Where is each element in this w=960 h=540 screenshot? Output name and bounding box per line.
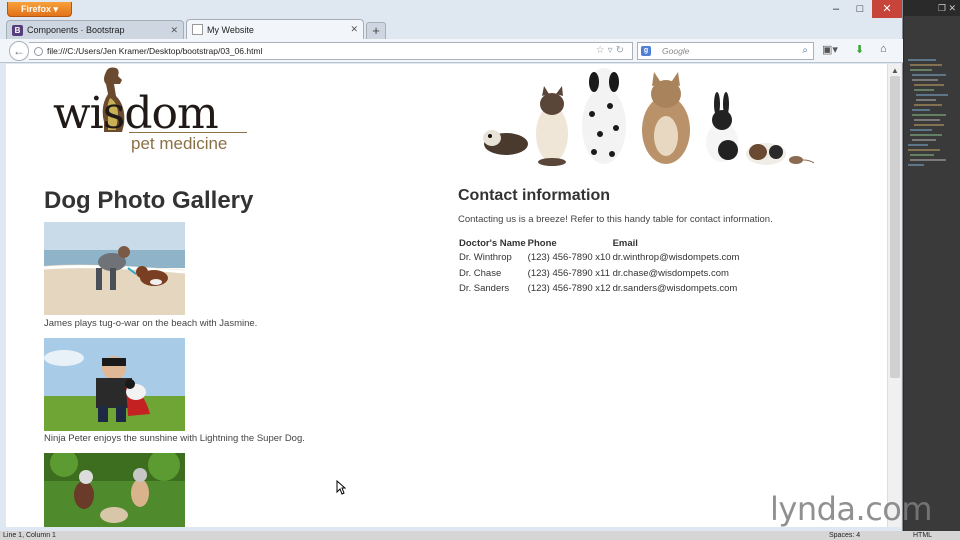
table-row: Dr. Sanders (123) 456-7890 x12 dr.sander… [458, 281, 740, 297]
doctor-name: Dr. Chase [459, 267, 502, 279]
logo-tagline: pet medicine [131, 134, 228, 153]
lynda-watermark: lynda.com [770, 490, 933, 528]
reload-icon[interactable]: ↻ [616, 45, 627, 56]
gallery-photo-park [44, 453, 185, 527]
gallery-photo-ninja [44, 338, 185, 431]
home-icon[interactable]: ⌂ [880, 43, 887, 55]
close-icon[interactable]: ✕ [948, 3, 956, 13]
url-text: file:///C:/Users/Jen Kramer/Desktop/boot… [47, 46, 263, 56]
column-header-email: Email [612, 237, 638, 249]
magnifier-icon[interactable]: ⌕ [802, 43, 808, 59]
gallery-photo-beach [44, 222, 185, 315]
column-header-phone: Phone [527, 237, 557, 249]
close-window-icon[interactable]: ✕ [872, 0, 902, 18]
close-tab-icon[interactable]: ✕ [350, 24, 358, 35]
doctor-name: Dr. Sanders [459, 283, 510, 295]
bootstrap-icon: B [12, 24, 23, 36]
tab-label: Components · Bootstrap [27, 25, 125, 35]
mouse-cursor-icon [336, 480, 346, 495]
gallery-caption-2: Ninja Peter enjoys the sunshine with Lig… [44, 433, 305, 444]
doctor-phone: (123) 456-7890 x12 [527, 283, 611, 295]
logo-rule [129, 132, 247, 133]
google-icon[interactable]: g [641, 46, 651, 56]
doctor-email: dr.sanders@wisdompets.com [612, 283, 738, 295]
firefox-menu-label: Firefox [20, 4, 51, 14]
search-bar[interactable]: g Google ⌕ [637, 42, 814, 60]
contact-intro: Contacting us is a breeze! Refer to this… [458, 214, 773, 225]
back-arrow-icon[interactable]: ← [9, 41, 29, 61]
doctor-name: Dr. Winthrop [459, 252, 512, 264]
close-tab-icon[interactable]: ✕ [170, 25, 178, 36]
maximize-icon[interactable]: □ [848, 0, 872, 18]
window-controls: – □ ✕ [824, 0, 902, 18]
code-minimap[interactable] [906, 56, 950, 176]
page-icon [192, 24, 203, 35]
doctor-phone: (123) 456-7890 x10 [527, 252, 611, 264]
contact-table: Doctor's Name Phone Email Dr. Winthrop (… [458, 236, 740, 297]
table-row: Dr. Winthrop (123) 456-7890 x10 dr.winth… [458, 250, 740, 266]
minimize-icon[interactable]: – [824, 0, 848, 18]
doctor-email: dr.chase@wisdompets.com [612, 267, 729, 279]
bookmark-star-icon[interactable]: ☆ [596, 45, 608, 56]
download-icon[interactable]: ⬇ [855, 43, 864, 56]
search-placeholder: Google [662, 46, 690, 56]
restore-icon[interactable]: ❐ [938, 3, 946, 13]
navigation-toolbar: ← file:///C:/Users/Jen Kramer/Desktop/bo… [0, 39, 903, 63]
table-header-row: Doctor's Name Phone Email [458, 236, 740, 250]
tab-label: My Website [207, 24, 254, 35]
contact-title: Contact information [458, 187, 610, 204]
page-viewport: wisdom pet medicine Dog Photo Gallery Ja… [6, 64, 889, 527]
firefox-menu-button[interactable]: Firefox ▾ [7, 2, 72, 17]
indent-setting[interactable]: Spaces: 4 [829, 531, 860, 540]
new-tab-button[interactable]: + [366, 22, 386, 39]
code-editor-panel: ❐ ✕ [904, 0, 960, 531]
scrollbar-thumb[interactable] [890, 76, 900, 378]
gallery-title: Dog Photo Gallery [44, 187, 254, 214]
wisdom-logo[interactable]: wisdom pet medicine [53, 66, 253, 158]
gallery-caption-1: James plays tug-o-war on the beach with … [44, 318, 258, 329]
vertical-scrollbar[interactable]: ▲ [887, 64, 901, 527]
globe-icon [34, 47, 43, 56]
editor-window-controls: ❐ ✕ [904, 0, 960, 16]
pets-banner-image [483, 68, 814, 166]
tab-strip: B Components · Bootstrap ✕ My Website ✕ … [6, 19, 386, 39]
tab-my-website[interactable]: My Website ✕ [186, 19, 364, 39]
cursor-position: Line 1, Column 1 [3, 532, 56, 539]
dropdown-arrow-icon[interactable]: ▿ [608, 45, 616, 56]
url-bar-actions: ☆▿↻ [596, 43, 627, 59]
screenshot-icon[interactable]: ▣▾ [822, 43, 838, 56]
browser-window: Firefox ▾ – □ ✕ B Components · Bootstrap… [0, 0, 903, 531]
column-header-name: Doctor's Name [459, 237, 526, 249]
doctor-phone: (123) 456-7890 x11 [527, 267, 610, 279]
tab-components-bootstrap[interactable]: B Components · Bootstrap ✕ [6, 20, 184, 39]
editor-status-bar: Line 1, Column 1 Spaces: 4 HTML [0, 531, 960, 540]
scroll-up-arrow-icon[interactable]: ▲ [891, 66, 899, 75]
doctor-email: dr.winthrop@wisdompets.com [612, 252, 740, 264]
table-row: Dr. Chase (123) 456-7890 x11 dr.chase@wi… [458, 266, 740, 282]
language-mode[interactable]: HTML [913, 531, 932, 540]
url-bar[interactable]: file:///C:/Users/Jen Kramer/Desktop/boot… [29, 42, 633, 60]
